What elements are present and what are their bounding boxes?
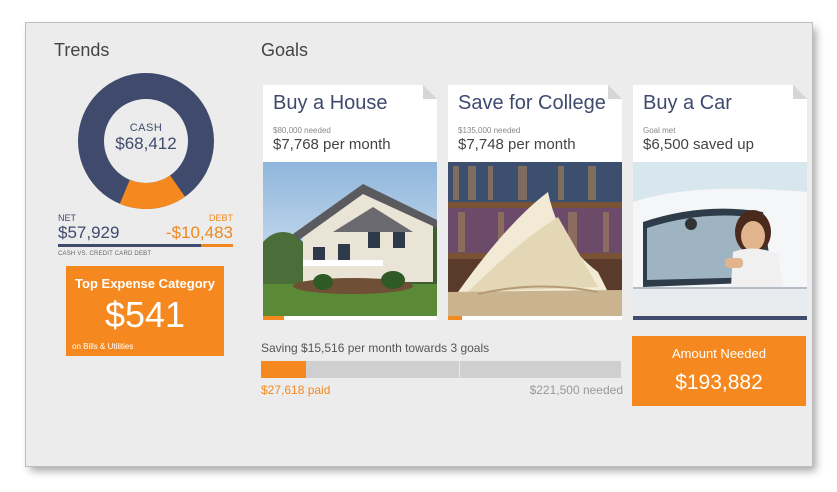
paid-amount: $27,618 paid [261, 383, 331, 397]
saving-summary-text: Saving $15,516 per month towards 3 goals [261, 341, 490, 355]
goal-card-car[interactable]: Buy a Car Goal met $6,500 saved up [633, 85, 807, 320]
total-progress-fill [261, 361, 306, 378]
goal-progress-bar [448, 316, 462, 320]
progress-divider [459, 361, 460, 378]
card-fold [608, 85, 622, 99]
amount-needed-value: $193,882 [675, 371, 763, 394]
goals-heading: Goals [261, 40, 309, 60]
top-expense-value: $541 [104, 294, 186, 335]
net-bar [58, 244, 201, 247]
card-fold [793, 85, 807, 99]
net-caption: NET [58, 213, 76, 223]
debt-caption: DEBT [208, 213, 233, 223]
house-photo [263, 162, 437, 316]
goal-progress-bar [633, 316, 807, 320]
goal-card-college[interactable]: Save for College $135,000 needed $7,748 … [448, 85, 622, 320]
cash-caption: CASH [129, 122, 163, 134]
debt-value: -$10,483 [165, 223, 233, 242]
goal-title: Buy a Car [643, 92, 732, 114]
dashboard-panel: Trends CASH $68,412 NET $57,929 DEBT -$1… [26, 23, 812, 466]
goal-caption: Goal met [643, 126, 676, 135]
goal-caption: $135,000 needed [458, 126, 521, 135]
card-fold [423, 85, 437, 99]
goal-title: Buy a House [273, 92, 388, 114]
cash-value: $68,412 [115, 134, 177, 153]
trends-heading: Trends [54, 40, 110, 60]
car-photo [633, 162, 807, 316]
top-expense-title: Top Expense Category [75, 276, 215, 291]
book-photo [448, 162, 622, 316]
goal-title: Save for College [458, 92, 606, 114]
net-value: $57,929 [58, 223, 120, 242]
goal-caption: $80,000 needed [273, 126, 331, 135]
amount-needed-tile[interactable]: Amount Needed $193,882 [632, 336, 806, 406]
top-expense-tile[interactable]: Top Expense Category $541 on Bills & Uti… [66, 266, 224, 356]
debt-bar [201, 244, 233, 247]
goal-amount: $7,768 per month [273, 136, 391, 153]
goal-amount: $6,500 saved up [643, 136, 754, 153]
goal-amount: $7,748 per month [458, 136, 576, 153]
amount-needed-title: Amount Needed [672, 346, 766, 361]
donut-center-label: CASH $68,412 [78, 122, 214, 154]
goal-card-house[interactable]: Buy a House $80,000 needed $7,768 per mo… [263, 85, 437, 320]
top-expense-subtitle: on Bills & Utilities [72, 342, 134, 351]
goal-progress-bar [263, 316, 284, 320]
total-progress-bar [261, 361, 621, 378]
cash-vs-debt-note: CASH VS. CREDIT CARD DEBT [58, 251, 152, 257]
net-debt-row: NET $57,929 DEBT -$10,483 [58, 213, 233, 249]
